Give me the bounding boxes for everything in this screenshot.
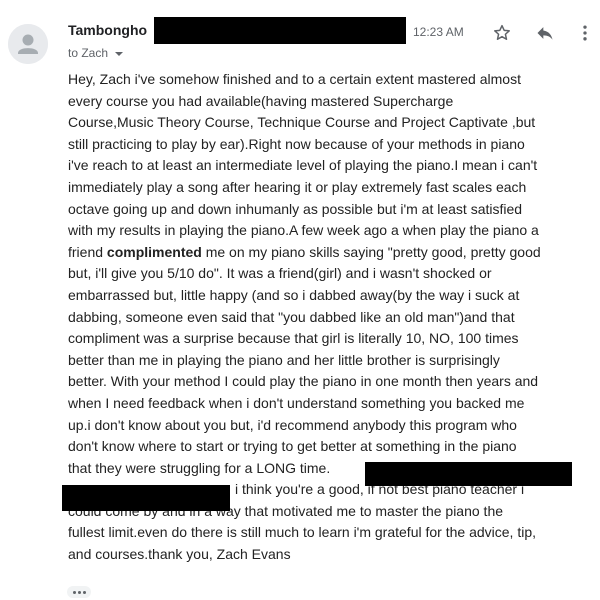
- body-line: every course you had available(having ma…: [68, 92, 454, 109]
- body-line: better. With your method I could play th…: [68, 373, 539, 390]
- redacted-sender-email: [154, 17, 406, 44]
- redacted-text-block: [365, 462, 572, 486]
- redacted-text-block: [62, 485, 230, 511]
- avatar[interactable]: [8, 24, 48, 64]
- dot: [72, 590, 76, 594]
- reply-icon[interactable]: [534, 22, 556, 44]
- body-line: i've reach to at least an intermediate l…: [68, 157, 538, 174]
- recipient-label: to Zach: [68, 46, 109, 60]
- body-line: Hey, Zach i've somehow finished and to a…: [68, 71, 521, 87]
- body-line: Course,Music Theory Course, Technique Co…: [68, 114, 536, 131]
- body-line: but, i'll give you 5/10 do". It was a fr…: [68, 265, 492, 282]
- timestamp: 12:23 AM: [413, 25, 464, 39]
- body-line: embarrassed but, little happy (and so i …: [68, 286, 520, 303]
- caret-down-icon[interactable]: [115, 51, 124, 56]
- body-line: octave going up and down inhumanly as po…: [68, 200, 523, 217]
- body-line: immediately play a song after hearing it…: [68, 178, 527, 195]
- body-line: with my results in playing the piano.A f…: [68, 222, 539, 239]
- sender-name[interactable]: Tambongho: [68, 22, 147, 38]
- body-line: don't know where to start or trying to g…: [68, 438, 517, 455]
- star-icon[interactable]: [491, 22, 513, 44]
- body-line: when I need feedback when i don't unders…: [68, 394, 525, 411]
- body-line: fullest limit.even do there is still muc…: [68, 524, 536, 541]
- body-line: still practicing to play by ear).Right n…: [68, 135, 525, 152]
- bold-word: complimented: [106, 243, 202, 260]
- body-line: and courses.thank you, Zach Evans: [68, 546, 291, 563]
- body-line: compliment was a surprise because that g…: [68, 330, 519, 347]
- body-line: better than me in playing the piano and …: [68, 351, 500, 368]
- body-line: dabbing, someone even said that "you dab…: [68, 308, 515, 325]
- body-text: friend: [68, 243, 107, 260]
- dot: [77, 590, 81, 594]
- body-line: up.i don't know about you but, i'd recom…: [68, 416, 517, 433]
- dot: [82, 590, 86, 594]
- more-vert-icon[interactable]: [574, 22, 596, 44]
- ellipsis-icon[interactable]: [67, 586, 91, 598]
- body-line: friend complimented me on my piano skill…: [68, 242, 600, 264]
- recipient-line[interactable]: to Zach: [68, 46, 124, 60]
- body-text: me on my piano skills saying "pretty goo…: [201, 243, 541, 260]
- person-icon: [8, 24, 48, 64]
